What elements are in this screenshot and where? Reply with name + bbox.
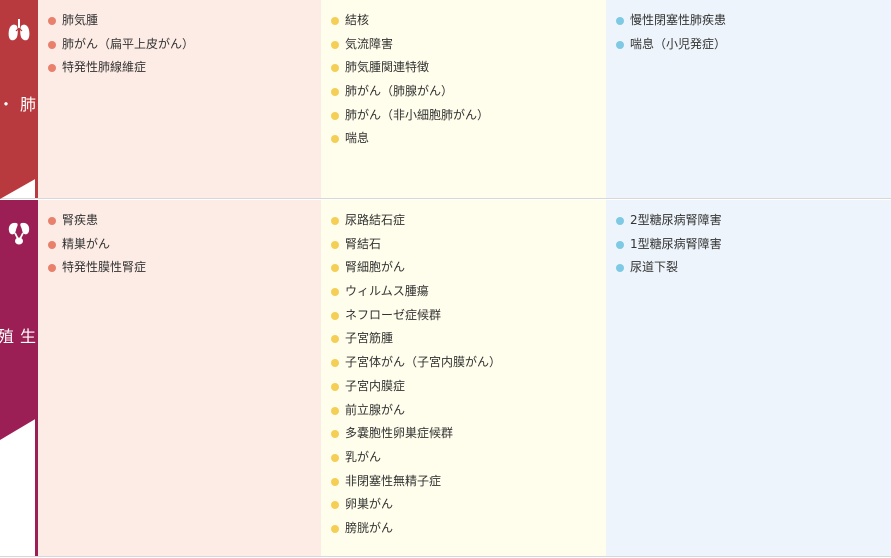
bullet-dot: [331, 64, 339, 73]
list-item: 子宮体がん（子宮内膜がん）: [321, 351, 606, 375]
bullet-dot: [48, 64, 56, 73]
list-item: 気流障害: [321, 33, 606, 57]
category-row-lung: 肺 ・ 呼 吸 器 肺気腫 肺がん（扁平上皮がん） 特発性肺線維症 結核 気流障…: [0, 0, 891, 199]
bullet-dot: [331, 288, 339, 297]
category-sidebar-urogenital: 生 殖 器 ・ 泌 尿 器: [0, 200, 38, 556]
list-item: 2型糖尿病腎障害: [606, 209, 891, 233]
list-item: 腎疾患: [38, 209, 321, 233]
bullet-dot: [331, 359, 339, 368]
kidney-icon: [8, 222, 30, 245]
bullet-dot: [331, 240, 339, 249]
list-item: 喘息: [321, 127, 606, 151]
category-sidebar-lung: 肺 ・ 呼 吸 器: [0, 0, 38, 199]
bullet-dot: [331, 501, 339, 510]
bullet-dot: [331, 135, 339, 144]
list-item: 1型糖尿病腎障害: [606, 233, 891, 257]
list-item: 尿道下裂: [606, 256, 891, 280]
list-item: 腎細胞がん: [321, 256, 606, 280]
bullet-dot: [331, 430, 339, 439]
lung-column-1: 肺気腫 肺がん（扁平上皮がん） 特発性肺線維症: [38, 0, 321, 198]
urogenital-column-2: 尿路結石症 腎結石 腎細胞がん ウィルムス腫瘍 ネフローゼ症候群 子宮筋腫 子宮…: [321, 200, 606, 556]
bullet-dot: [331, 453, 339, 462]
category-row-urogenital: 生 殖 器 ・ 泌 尿 器 腎疾患 精巣がん 特発性膜性腎症 尿路結石症 腎結石…: [0, 200, 891, 557]
bullet-dot: [331, 406, 339, 415]
bullet-dot: [331, 264, 339, 273]
bullet-dot: [48, 40, 56, 49]
lungs-icon: [8, 19, 30, 41]
bullet-dot: [331, 335, 339, 344]
list-item: 尿路結石症: [321, 209, 606, 233]
list-item: 乳がん: [321, 446, 606, 470]
lung-column-3: 慢性閉塞性肺疾患 喘息（小児発症）: [606, 0, 891, 198]
list-item: 肺がん（扁平上皮がん）: [38, 33, 321, 57]
list-item: 膀胱がん: [321, 517, 606, 541]
urogenital-column-3: 2型糖尿病腎障害 1型糖尿病腎障害 尿道下裂: [606, 200, 891, 556]
bullet-dot: [48, 240, 56, 249]
bullet-dot: [616, 240, 624, 249]
list-item: 肺がん（非小細胞肺がん）: [321, 104, 606, 128]
category-label-urogenital: 生 殖 器 ・ 泌 尿 器: [0, 328, 36, 344]
list-item: 卵巣がん: [321, 493, 606, 517]
list-item: 前立腺がん: [321, 399, 606, 423]
bullet-dot: [331, 217, 339, 225]
bullet-dot: [331, 88, 339, 97]
lung-column-2: 結核 気流障害 肺気腫関連特徴 肺がん（肺腺がん） 肺がん（非小細胞肺がん） 喘…: [321, 0, 606, 198]
list-item: 特発性肺線維症: [38, 56, 321, 80]
bullet-dot: [616, 17, 624, 25]
list-item: ネフローゼ症候群: [321, 304, 606, 328]
list-item: 慢性閉塞性肺疾患: [606, 9, 891, 33]
list-item: 多嚢胞性卵巣症候群: [321, 422, 606, 446]
list-item: 精巣がん: [38, 233, 321, 257]
list-item: 特発性膜性腎症: [38, 256, 321, 280]
bullet-dot: [48, 17, 56, 25]
list-item: ウィルムス腫瘍: [321, 280, 606, 304]
bullet-dot: [616, 217, 624, 225]
bullet-dot: [331, 524, 339, 533]
list-item: 腎結石: [321, 233, 606, 257]
bullet-dot: [616, 40, 624, 49]
bullet-dot: [331, 111, 339, 120]
list-item: 非閉塞性無精子症: [321, 470, 606, 494]
list-item: 結核: [321, 9, 606, 33]
list-item: 肺がん（肺腺がん）: [321, 80, 606, 104]
bullet-dot: [48, 264, 56, 273]
bullet-dot: [616, 264, 624, 273]
bullet-dot: [48, 217, 56, 225]
list-item: 肺気腫関連特徴: [321, 56, 606, 80]
bullet-dot: [331, 382, 339, 391]
list-item: 子宮内膜症: [321, 375, 606, 399]
bullet-dot: [331, 311, 339, 320]
disease-category-table: 肺 ・ 呼 吸 器 肺気腫 肺がん（扁平上皮がん） 特発性肺線維症 結核 気流障…: [0, 0, 891, 558]
urogenital-column-1: 腎疾患 精巣がん 特発性膜性腎症: [38, 200, 321, 556]
list-item: 子宮筋腫: [321, 327, 606, 351]
bullet-dot: [331, 40, 339, 49]
bullet-dot: [331, 17, 339, 25]
category-label-lung: 肺 ・ 呼 吸 器: [0, 96, 36, 112]
bullet-dot: [331, 477, 339, 486]
list-item: 肺気腫: [38, 9, 321, 33]
list-item: 喘息（小児発症）: [606, 33, 891, 57]
